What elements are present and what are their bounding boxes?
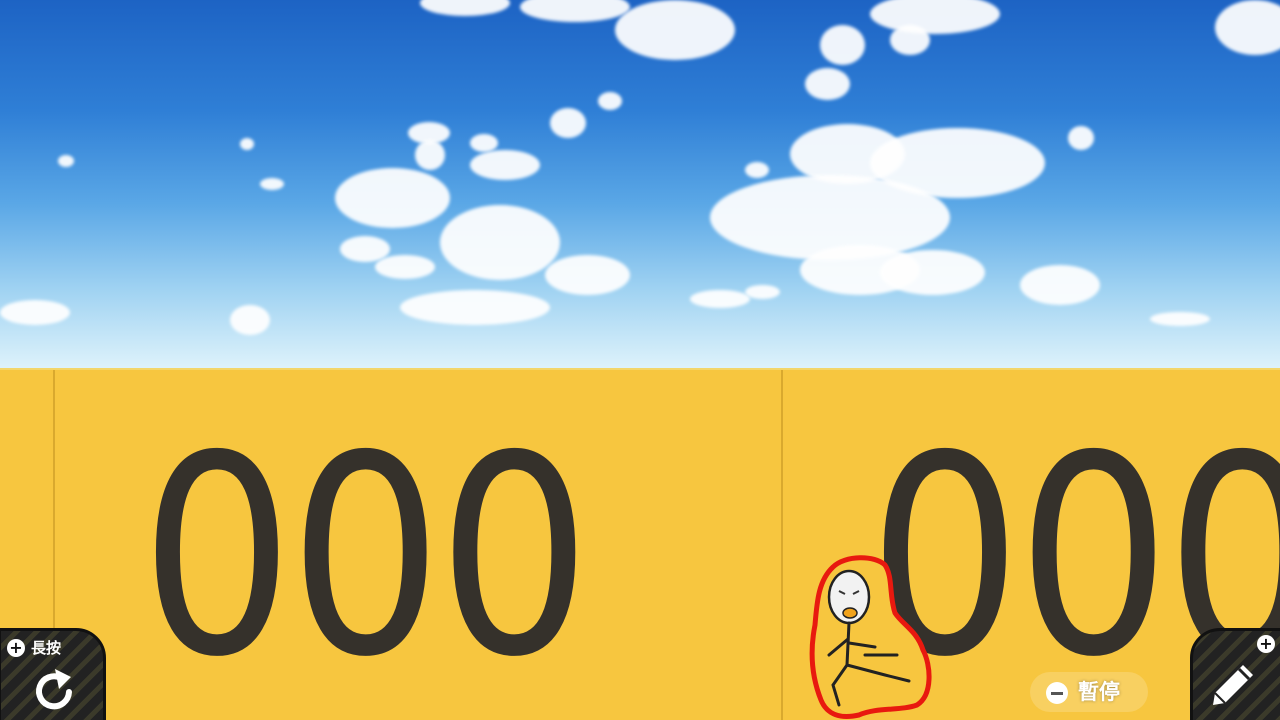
cloud <box>470 134 498 152</box>
plus-button-icon: + <box>1257 635 1275 653</box>
retry-button[interactable]: + 長按 <box>0 628 106 720</box>
yellow-wall: 000 000 <box>0 368 1280 720</box>
draw-button[interactable]: + <box>1190 628 1280 720</box>
cloud <box>805 68 850 100</box>
cloud <box>890 25 930 55</box>
cloud <box>880 250 985 295</box>
cloud <box>58 155 74 167</box>
rotate-arrow-icon <box>36 669 72 710</box>
cloud <box>400 290 550 325</box>
stick-figure-player <box>809 555 932 719</box>
cloud <box>420 0 510 16</box>
long-press-hint: 長按 <box>31 639 62 657</box>
cloud <box>550 108 586 138</box>
cloud <box>240 138 254 150</box>
cloud <box>415 140 445 170</box>
cloud <box>545 255 630 295</box>
wall-number-left: 000 <box>140 397 591 717</box>
pause-button[interactable]: 暫停 <box>1030 672 1148 712</box>
cloud <box>598 92 622 110</box>
cloud <box>440 205 560 280</box>
cloud <box>820 25 865 65</box>
cloud <box>870 0 1000 34</box>
game-screen: 000 000 + 長按 暫停 + <box>0 0 1280 720</box>
cloud <box>520 0 630 22</box>
cloud <box>1215 0 1280 55</box>
cloud <box>745 162 769 178</box>
cloud <box>230 305 270 335</box>
cloud <box>1150 312 1210 326</box>
minus-circle-icon <box>1046 682 1068 704</box>
cloud <box>335 168 450 228</box>
cloud <box>1068 126 1094 150</box>
cloud <box>745 285 780 299</box>
cloud <box>260 178 284 190</box>
sky-background <box>0 0 1280 370</box>
cloud <box>375 255 435 279</box>
wall-seam <box>781 370 783 720</box>
cloud <box>470 150 540 180</box>
pencil-icon <box>1213 665 1253 705</box>
plus-button-icon: + <box>7 639 25 657</box>
cloud <box>615 0 735 60</box>
cloud <box>690 290 750 308</box>
pause-label: 暫停 <box>1078 680 1120 704</box>
cloud <box>0 300 70 325</box>
cloud <box>1020 265 1100 305</box>
